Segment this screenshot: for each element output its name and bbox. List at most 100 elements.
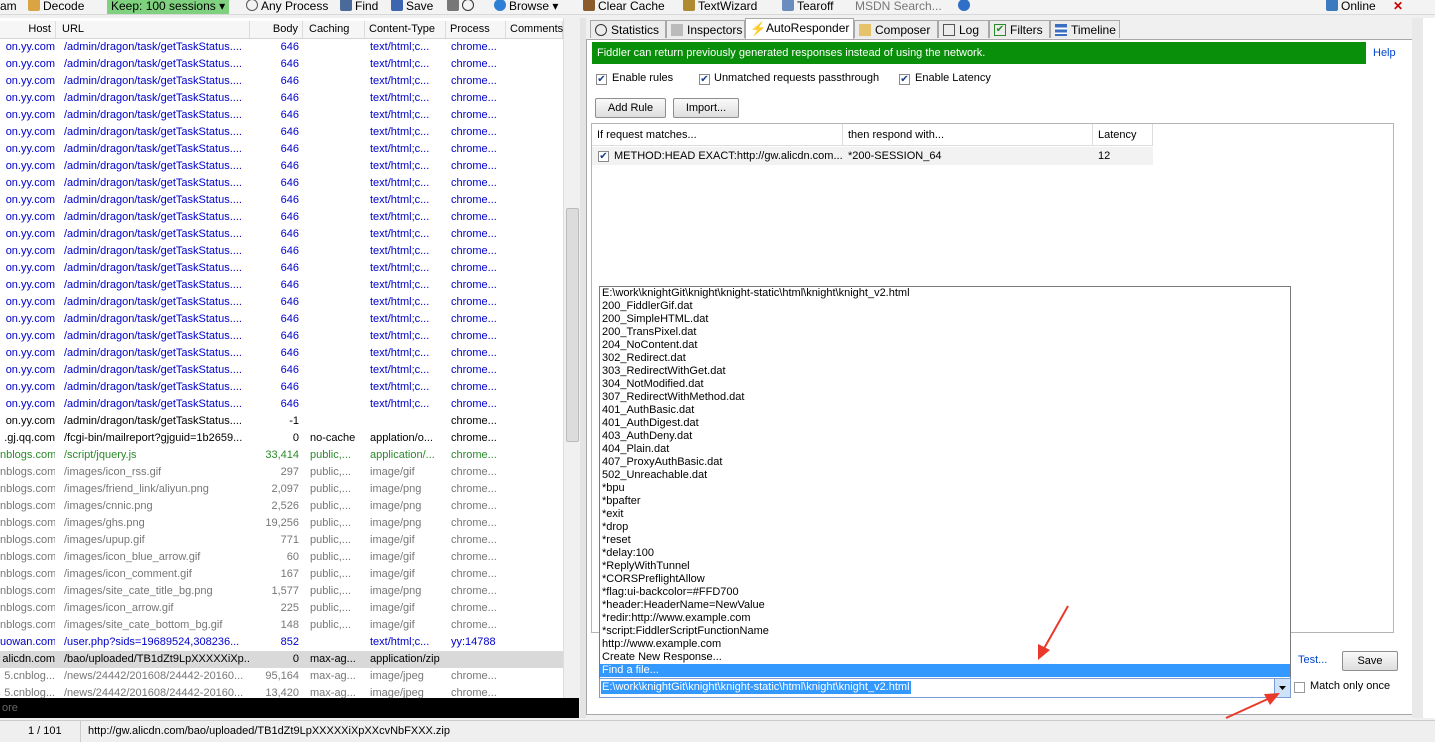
response-option[interactable]: 303_RedirectWithGet.dat [600, 365, 1290, 378]
msdn-search-input[interactable]: MSDN Search... [855, 0, 942, 14]
column-caching[interactable]: Caching [305, 21, 365, 38]
keep-sessions-dropdown[interactable]: Keep: 100 sessions ▾ [107, 0, 230, 14]
tab-autoresponder[interactable]: ⚡ AutoResponder [745, 18, 854, 39]
session-row[interactable]: nblogs.com/images/friend_link/aliyun.png… [0, 481, 563, 498]
session-row[interactable]: nblogs.com/images/site_cate_bottom_bg.gi… [0, 617, 563, 634]
tool-icons[interactable] [447, 0, 477, 14]
session-row[interactable]: on.yy.com/admin/dragon/task/getTaskStatu… [0, 294, 563, 311]
tab-filters[interactable]: ✔ Filters [989, 20, 1050, 38]
find-button[interactable]: Find [340, 0, 378, 14]
session-row[interactable]: 5.cnblog... /news/24442/201608/24442-2016… [0, 668, 563, 685]
browse-button[interactable]: Browse ▾ [494, 0, 558, 14]
response-option[interactable]: 200_FiddlerGif.dat [600, 300, 1290, 313]
session-row[interactable]: nblogs.com/images/ghs.png 19,256 public,..… [0, 515, 563, 532]
session-row[interactable]: on.yy.com/admin/dragon/task/getTaskStatu… [0, 328, 563, 345]
response-option[interactable]: 302_Redirect.dat [600, 352, 1290, 365]
session-row[interactable]: on.yy.com/admin/dragon/task/getTaskStatu… [0, 277, 563, 294]
response-option[interactable]: 403_AuthDeny.dat [600, 430, 1290, 443]
add-rule-button[interactable]: Add Rule [595, 98, 666, 118]
response-option[interactable]: 200_TransPixel.dat [600, 326, 1290, 339]
session-row[interactable]: nblogs.com/images/icon_arrow.gif 225 publi… [0, 600, 563, 617]
session-row[interactable]: on.yy.com/admin/dragon/task/getTaskStatu… [0, 226, 563, 243]
response-option[interactable]: *script:FiddlerScriptFunctionName [600, 625, 1290, 638]
panel-scrollbar[interactable] [1412, 18, 1423, 718]
column-process[interactable]: Process [446, 21, 506, 38]
decode-button[interactable]: Decode [28, 0, 84, 14]
save-button[interactable]: Save [391, 0, 433, 14]
column-host[interactable]: Host [0, 21, 56, 38]
session-row[interactable]: on.yy.com/admin/dragon/task/getTaskStatu… [0, 56, 563, 73]
response-option[interactable]: 200_SimpleHTML.dat [600, 313, 1290, 326]
scrollbar-thumb[interactable] [566, 208, 579, 442]
response-option[interactable]: *exit [600, 508, 1290, 521]
session-row[interactable]: on.yy.com/admin/dragon/task/getTaskStatu… [0, 107, 563, 124]
response-option[interactable]: *bpu [600, 482, 1290, 495]
response-combobox[interactable]: E:\work\knightGit\knight\knight-static\h… [599, 678, 1291, 698]
session-row[interactable]: on.yy.com/admin/dragon/task/getTaskStatu… [0, 141, 563, 158]
session-row[interactable]: on.yy.com/admin/dragon/task/getTaskStatu… [0, 396, 563, 413]
session-row[interactable]: on.yy.com/admin/dragon/task/getTaskStatu… [0, 39, 563, 56]
rule-row[interactable]: ✔ METHOD:HEAD EXACT:http://gw.alicdn.com… [592, 147, 1153, 165]
enable-latency-checkbox[interactable]: ✔ [899, 74, 910, 85]
test-link[interactable]: Test... [1298, 654, 1327, 666]
session-row[interactable]: on.yy.com/admin/dragon/task/getTaskStatu… [0, 311, 563, 328]
response-option[interactable]: *reset [600, 534, 1290, 547]
session-row[interactable]: nblogs.com/images/cnnic.png 2,526 public,.… [0, 498, 563, 515]
session-row[interactable]: on.yy.com/admin/dragon/task/getTaskStatu… [0, 192, 563, 209]
tab-statistics[interactable]: Statistics [590, 20, 666, 38]
session-row[interactable]: alicdn.com/bao/uploaded/TB1dZt9LpXXXXXiX… [0, 651, 563, 668]
rule-enabled-checkbox[interactable]: ✔ [598, 151, 609, 162]
session-row[interactable]: .gj.qq.com/fcgi-bin/mailreport?gjguid=1b… [0, 430, 563, 447]
response-option[interactable]: *ReplyWithTunnel [600, 560, 1290, 573]
session-row[interactable]: on.yy.com/admin/dragon/task/getTaskStatu… [0, 124, 563, 141]
session-row[interactable]: on.yy.com/admin/dragon/task/getTaskStatu… [0, 90, 563, 107]
column-comments[interactable]: Comments [506, 21, 563, 38]
response-option[interactable]: *drop [600, 521, 1290, 534]
response-option[interactable]: E:\work\knightGit\knight\knight-static\h… [600, 287, 1290, 300]
response-option[interactable]: 204_NoContent.dat [600, 339, 1290, 352]
response-option[interactable]: *redir:http://www.example.com [600, 612, 1290, 625]
close-icon[interactable]: ✕ [1393, 0, 1403, 14]
response-option[interactable]: Find a file... [600, 664, 1290, 677]
save-rule-button[interactable]: Save [1342, 651, 1398, 671]
response-option[interactable]: 404_Plain.dat [600, 443, 1290, 456]
sessions-scrollbar[interactable] [563, 18, 580, 698]
session-row[interactable]: on.yy.com/admin/dragon/task/getTaskStatu… [0, 260, 563, 277]
tab-inspectors[interactable]: Inspectors [666, 20, 745, 38]
column-url[interactable]: URL [58, 21, 250, 38]
session-row[interactable]: nblogs.com/script/jquery.js 33,414 public,… [0, 447, 563, 464]
stream-button[interactable]: am [0, 0, 17, 14]
session-row[interactable]: on.yy.com/admin/dragon/task/getTaskStatu… [0, 362, 563, 379]
response-option[interactable]: 407_ProxyAuthBasic.dat [600, 456, 1290, 469]
response-option[interactable]: 401_AuthBasic.dat [600, 404, 1290, 417]
column-latency[interactable]: Latency [1093, 124, 1153, 146]
session-row[interactable]: on.yy.com/admin/dragon/task/getTaskStatu… [0, 413, 563, 430]
help-icon[interactable] [958, 0, 973, 14]
clear-cache-button[interactable]: Clear Cache [583, 0, 665, 14]
tab-log[interactable]: Log [938, 20, 989, 38]
session-row[interactable]: on.yy.com/admin/dragon/task/getTaskStatu… [0, 345, 563, 362]
column-body[interactable]: Body [250, 21, 303, 38]
response-option[interactable]: 502_Unreachable.dat [600, 469, 1290, 482]
session-row[interactable]: on.yy.com/admin/dragon/task/getTaskStatu… [0, 209, 563, 226]
tab-composer[interactable]: Composer [854, 20, 938, 38]
quickexec-input[interactable]: ore [0, 698, 579, 718]
session-row[interactable]: nblogs.com/images/upup.gif 771 public,... i… [0, 532, 563, 549]
response-option[interactable]: 401_AuthDigest.dat [600, 417, 1290, 430]
online-indicator[interactable]: Online [1326, 0, 1376, 14]
column-match[interactable]: If request matches... [592, 124, 843, 146]
response-option[interactable]: *bpafter [600, 495, 1290, 508]
response-option[interactable]: *CORSPreflightAllow [600, 573, 1290, 586]
response-option[interactable]: 307_RedirectWithMethod.dat [600, 391, 1290, 404]
column-content-type[interactable]: Content-Type [365, 21, 446, 38]
session-row[interactable]: on.yy.com/admin/dragon/task/getTaskStatu… [0, 175, 563, 192]
session-row[interactable]: on.yy.com/admin/dragon/task/getTaskStatu… [0, 73, 563, 90]
column-respond[interactable]: then respond with... [843, 124, 1093, 146]
session-row[interactable]: nblogs.com/images/icon_rss.gif 297 public,… [0, 464, 563, 481]
session-row[interactable]: 5.cnblog... /news/24442/201608/24442-2016… [0, 685, 563, 698]
session-row[interactable]: on.yy.com/admin/dragon/task/getTaskStatu… [0, 243, 563, 260]
import-button[interactable]: Import... [673, 98, 739, 118]
any-process-button[interactable]: Any Process [246, 0, 328, 14]
session-row[interactable]: uowan.com/user.php?sids=19689524,308236.… [0, 634, 563, 651]
response-option[interactable]: Create New Response... [600, 651, 1290, 664]
